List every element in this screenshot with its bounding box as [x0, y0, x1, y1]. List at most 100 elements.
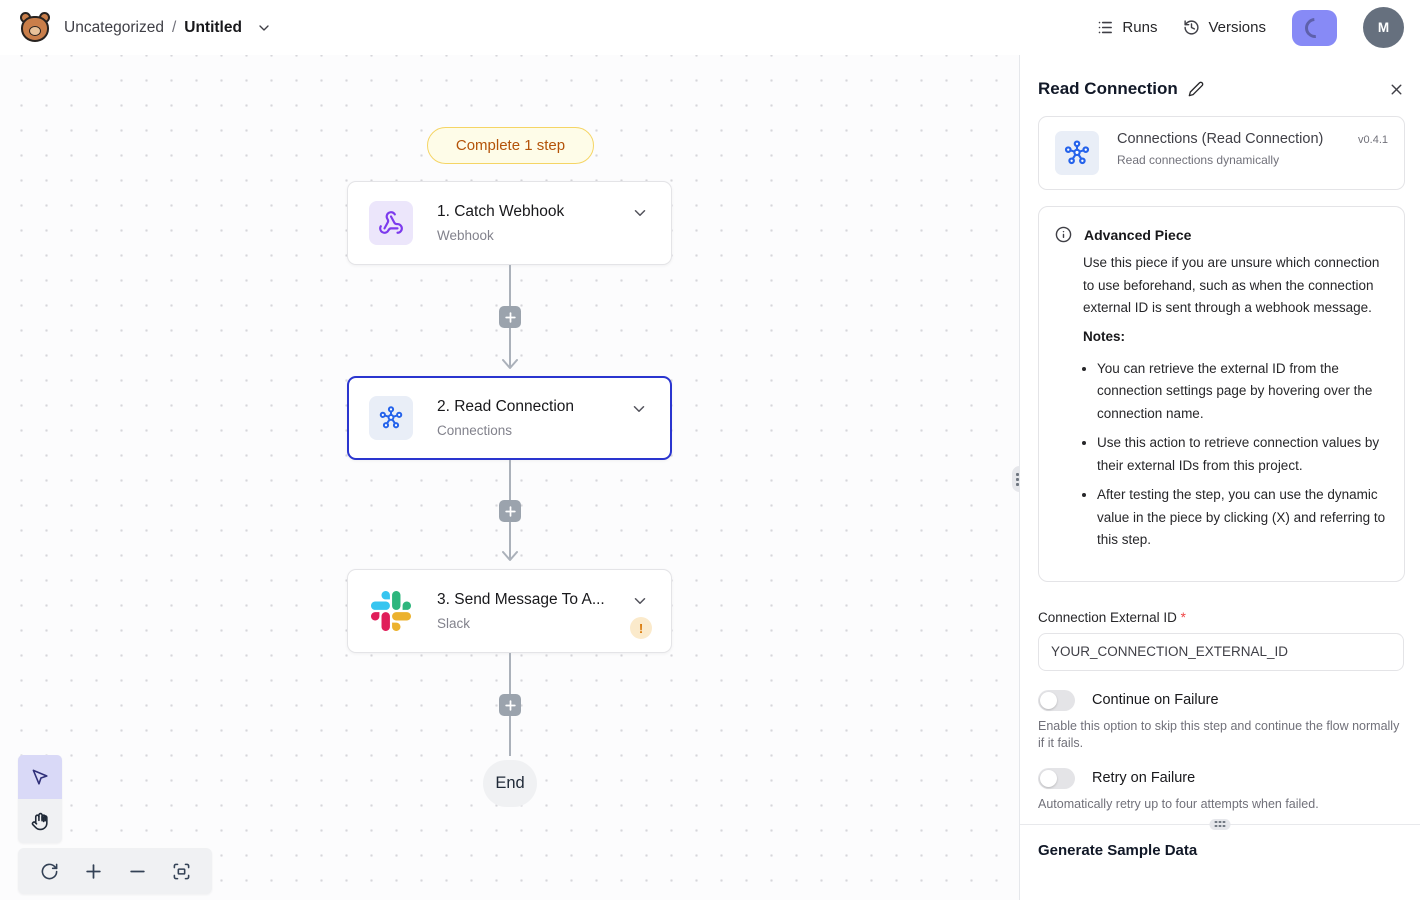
note-item: You can retrieve the external ID from th… — [1097, 358, 1389, 426]
plus-icon — [84, 862, 103, 881]
runs-button[interactable]: Runs — [1097, 19, 1157, 36]
external-id-input[interactable] — [1038, 633, 1404, 671]
select-tool-button[interactable] — [18, 755, 62, 799]
flow-end-node: End — [483, 760, 537, 807]
add-step-button[interactable] — [499, 306, 521, 328]
versions-button[interactable]: Versions — [1183, 19, 1266, 36]
step-title: 3. Send Message To A... — [437, 591, 655, 609]
note-item: After testing the step, you can use the … — [1097, 484, 1389, 552]
step-node-read-connection[interactable]: 2. Read Connection Connections — [347, 376, 672, 460]
toggle-knob — [1040, 770, 1057, 787]
arrowhead-icon — [500, 550, 520, 562]
required-asterisk: * — [1181, 610, 1186, 625]
breadcrumb-separator: / — [172, 19, 176, 37]
connector-2 — [499, 460, 521, 560]
plus-icon — [504, 311, 517, 324]
step-subtitle: Webhook — [437, 228, 655, 243]
chevron-down-icon[interactable] — [630, 400, 648, 418]
end-label: End — [495, 774, 524, 793]
bear-muzzle — [29, 26, 41, 36]
toggle-knob — [1040, 692, 1057, 709]
refresh-icon — [40, 862, 59, 881]
piece-info-card: Connections (Read Connection) v0.4.1 Rea… — [1038, 116, 1405, 190]
close-panel-button[interactable] — [1388, 81, 1405, 98]
breadcrumb: Uncategorized / Untitled — [64, 19, 272, 37]
webhook-icon — [378, 210, 404, 236]
panel-section-divider — [1020, 824, 1420, 825]
hand-icon — [31, 812, 50, 831]
advanced-piece-paragraph: Use this piece if you are unsure which c… — [1083, 252, 1389, 320]
notes-heading: Notes: — [1083, 329, 1389, 344]
pan-tool-button[interactable] — [18, 799, 62, 843]
chevron-down-icon[interactable] — [631, 592, 649, 610]
fit-view-icon — [172, 862, 191, 881]
zoom-in-button[interactable] — [71, 849, 115, 893]
plus-icon — [504, 699, 517, 712]
flow-canvas[interactable]: Complete 1 step 1. Catch Webhook Webhook — [0, 55, 1019, 900]
external-id-label-text: Connection External ID — [1038, 610, 1177, 625]
step-node-send-slack-message[interactable]: 3. Send Message To A... Slack ! — [347, 569, 672, 653]
slack-icon — [371, 591, 411, 631]
step-node-catch-webhook[interactable]: 1. Catch Webhook Webhook — [347, 181, 672, 265]
slack-iconbox — [369, 589, 413, 633]
continue-on-failure-label: Continue on Failure — [1092, 692, 1219, 708]
pencil-icon — [1188, 81, 1204, 97]
runs-list-icon — [1097, 19, 1114, 36]
user-avatar[interactable]: M — [1363, 7, 1404, 48]
top-bar: Uncategorized / Untitled Runs Versions M — [0, 0, 1420, 55]
close-icon — [1388, 81, 1405, 98]
minus-icon — [128, 862, 147, 881]
piece-description: Read connections dynamically — [1117, 153, 1388, 167]
arrowhead-icon — [500, 358, 520, 370]
section-resize-handle[interactable] — [1210, 819, 1231, 830]
continue-on-failure-toggle[interactable] — [1038, 690, 1075, 711]
piece-version: v0.4.1 — [1358, 134, 1388, 146]
plus-icon — [504, 505, 517, 518]
connections-hub-icon — [1062, 138, 1092, 168]
step-settings-panel: Read Connection Connections (Read Connec… — [1019, 55, 1420, 900]
advanced-piece-card: Advanced Piece Use this piece if you are… — [1038, 206, 1405, 582]
warning-mark: ! — [639, 621, 643, 636]
connector-3 — [499, 653, 521, 756]
panel-resize-handle[interactable] — [1012, 466, 1019, 492]
step-subtitle: Slack — [437, 616, 655, 631]
step-subtitle: Connections — [437, 423, 655, 438]
generate-sample-data-heading: Generate Sample Data — [1038, 842, 1405, 859]
retry-on-failure-description: Automatically retry up to four attempts … — [1038, 796, 1405, 813]
panel-title: Read Connection — [1038, 79, 1178, 99]
step-warning-icon: ! — [630, 617, 652, 639]
spinner-icon — [1300, 13, 1328, 41]
chevron-down-icon[interactable] — [631, 204, 649, 222]
piece-name: Connections (Read Connection) — [1117, 131, 1323, 147]
retry-on-failure-label: Retry on Failure — [1092, 770, 1195, 786]
rename-step-button[interactable] — [1188, 81, 1204, 97]
fit-to-view-button[interactable] — [159, 849, 203, 893]
add-step-button[interactable] — [499, 694, 521, 716]
runs-label: Runs — [1122, 19, 1157, 36]
incomplete-steps-label: Complete 1 step — [456, 137, 565, 154]
reset-zoom-button[interactable] — [27, 849, 71, 893]
incomplete-steps-pill[interactable]: Complete 1 step — [427, 127, 594, 164]
webhook-iconbox — [369, 201, 413, 245]
advanced-piece-heading: Advanced Piece — [1084, 227, 1191, 243]
chevron-down-icon[interactable] — [256, 20, 272, 36]
connections-hub-icon — [377, 404, 405, 432]
breadcrumb-folder[interactable]: Uncategorized — [64, 19, 164, 37]
add-step-button[interactable] — [499, 500, 521, 522]
cursor-icon — [31, 768, 50, 787]
retry-on-failure-toggle[interactable] — [1038, 768, 1075, 789]
publish-loading-button[interactable] — [1292, 10, 1337, 46]
flow-title[interactable]: Untitled — [184, 19, 242, 37]
connector-1 — [499, 265, 521, 368]
versions-history-icon — [1183, 19, 1200, 36]
note-item: Use this action to retrieve connection v… — [1097, 432, 1389, 477]
zoom-out-button[interactable] — [115, 849, 159, 893]
connections-iconbox — [369, 396, 413, 440]
canvas-mode-toolbar — [18, 755, 62, 843]
app-logo-bear-icon[interactable] — [18, 11, 52, 45]
canvas-zoom-toolbar — [18, 848, 212, 894]
info-icon — [1055, 226, 1072, 243]
step-title: 2. Read Connection — [437, 398, 655, 416]
step-title: 1. Catch Webhook — [437, 203, 655, 221]
notes-list: You can retrieve the external ID from th… — [1097, 358, 1389, 552]
